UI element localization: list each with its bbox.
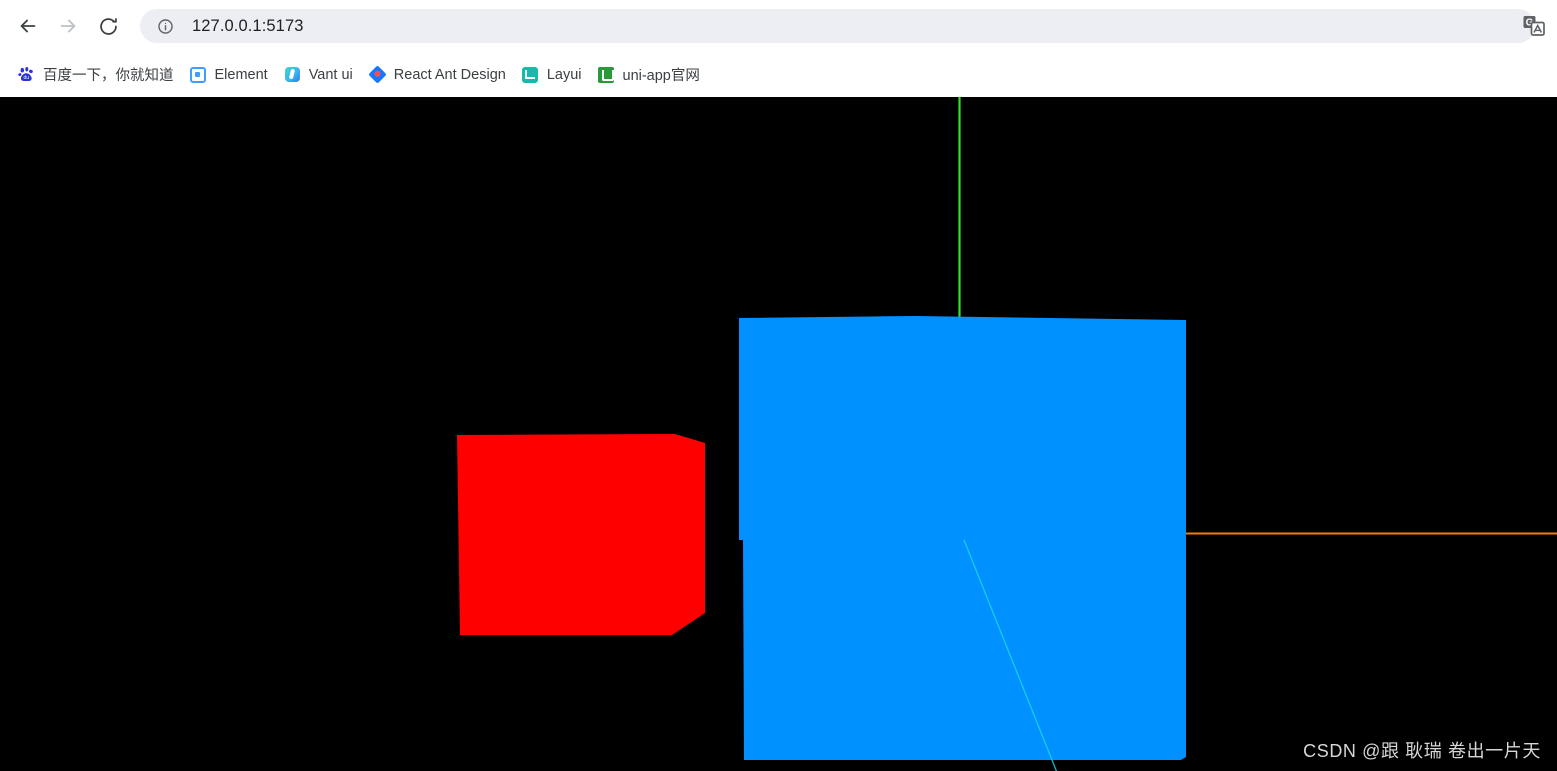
reload-button[interactable]: [88, 6, 128, 46]
reload-icon: [98, 16, 119, 37]
three-js-scene: [457, 97, 1557, 771]
arrow-right-icon: [57, 15, 79, 37]
bookmark-label: Element: [214, 66, 268, 83]
bookmark-uni-app[interactable]: uni-app官网: [590, 60, 708, 90]
bookmark-react-ant-design[interactable]: React Ant Design: [361, 60, 514, 90]
browser-chrome: 127.0.0.1:5173 G du 百度一下，你就知道 Element Va…: [0, 0, 1557, 97]
uniapp-favicon: [598, 66, 615, 83]
browser-toolbar: 127.0.0.1:5173 G: [0, 0, 1557, 52]
bookmark-label: Layui: [546, 66, 582, 83]
bookmark-label: 百度一下，你就知道: [43, 68, 174, 84]
bookmark-element[interactable]: Element: [182, 60, 276, 90]
bookmark-vant-ui[interactable]: Vant ui: [276, 60, 361, 90]
csdn-watermark: CSDN @跟 耿瑞 卷出一片天: [1303, 741, 1541, 761]
google-translate-icon[interactable]: G: [1519, 11, 1549, 41]
site-info-icon[interactable]: [151, 12, 179, 40]
bookmark-baidu[interactable]: du 百度一下，你就知道: [10, 60, 182, 90]
bookmark-label: React Ant Design: [393, 66, 506, 83]
bookmark-label: uni-app官网: [622, 68, 700, 84]
vant-favicon: [284, 66, 301, 83]
bookmark-label: Vant ui: [308, 66, 353, 83]
forward-button[interactable]: [48, 6, 88, 46]
svg-text:du: du: [24, 75, 30, 81]
baidu-favicon: du: [18, 66, 35, 83]
bookmarks-bar: du 百度一下，你就知道 Element Vant ui React Ant D…: [0, 52, 1557, 97]
back-button[interactable]: [8, 6, 48, 46]
webgl-canvas-viewport[interactable]: CSDN @跟 耿瑞 卷出一片天: [0, 97, 1557, 771]
bookmark-layui[interactable]: Layui: [514, 60, 590, 90]
element-favicon: [190, 66, 207, 83]
arrow-left-icon: [17, 15, 39, 37]
react-ant-design-favicon: [368, 65, 387, 84]
layui-favicon: [522, 66, 539, 83]
red-cube: [457, 434, 705, 635]
blue-cube: [739, 316, 1186, 760]
url-text[interactable]: 127.0.0.1:5173: [192, 17, 304, 36]
address-bar[interactable]: 127.0.0.1:5173: [140, 9, 1535, 43]
